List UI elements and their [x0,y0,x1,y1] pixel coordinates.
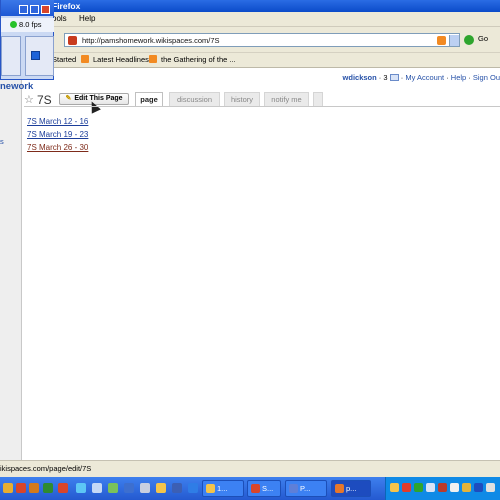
menu-bar: ools Help [0,12,500,27]
address-bar[interactable]: http://pamshomework.wikispaces.com/7S [64,33,460,47]
help-link[interactable]: Help [451,73,466,82]
bookmark-started[interactable]: Started [52,55,76,64]
recorder-panel-left[interactable] [1,36,21,76]
firefox-icon [335,484,344,493]
app-icon [251,484,260,493]
sign-out-link[interactable]: Sign Ou [473,73,500,82]
quicklaunch-icon[interactable] [172,483,182,493]
quicklaunch-icon[interactable] [124,483,134,493]
go-arrow-icon [464,35,474,45]
bookmark-latest-headlines-label: Latest Headlines [93,55,149,64]
pencil-icon: ✎ [65,95,72,102]
mail-icon[interactable] [389,74,399,81]
recorder-title-bar[interactable] [1,0,54,16]
quicklaunch-icon[interactable] [108,483,118,493]
page-title: 7S [37,93,52,107]
screen: Firefox ools Help http://pamshomework.wi… [0,0,500,500]
list-item-link[interactable]: 7S March 19 - 23 [27,128,88,141]
taskbar: 1... S... P... p... [0,477,500,500]
username-link[interactable]: wdickson [343,73,377,82]
menu-tools[interactable]: ools [52,14,67,23]
tray-icon[interactable] [450,483,459,492]
tray-icon[interactable] [462,483,471,492]
list-item-link[interactable]: 7S March 26 - 30 [27,141,88,154]
quicklaunch-icon[interactable] [29,483,39,493]
rss-feed-icon[interactable] [437,36,446,45]
address-url[interactable]: http://pamshomework.wikispaces.com/7S [82,35,220,46]
tray-icon[interactable] [390,483,399,492]
site-favicon-icon [68,36,77,45]
taskbar-button[interactable]: S... [247,480,281,497]
system-tray [385,477,500,500]
status-bar: ikispaces.com/page/edit/7S [0,460,500,477]
status-text: ikispaces.com/page/edit/7S [0,464,92,473]
tab-discussion[interactable]: discussion [169,92,220,107]
wiki-sidebar: s [0,68,22,460]
recorder-widget: 8.0 fps [0,0,54,80]
mail-count[interactable]: 3 [383,73,387,82]
quicklaunch-icon[interactable] [16,483,26,493]
recording-status-icon [10,21,17,28]
quicklaunch-icon[interactable] [188,483,198,493]
sidebar-link[interactable]: s [0,137,4,146]
menu-help[interactable]: Help [79,14,95,23]
title-bar: Firefox [0,0,500,12]
quicklaunch-icon[interactable] [140,483,150,493]
close-icon[interactable] [41,5,50,14]
favorite-star-icon[interactable]: ☆ [24,93,34,106]
user-bar: wdickson · 3 · My Account · Help · Sign … [342,73,500,82]
quicklaunch-icon[interactable] [156,483,166,493]
minimize-icon[interactable] [19,5,28,14]
fps-readout: 8.0 fps [1,18,54,32]
tab-history[interactable]: history [224,92,260,107]
taskbar-button[interactable]: 1... [202,480,244,497]
taskbar-button-label: 1... [217,484,228,493]
recorder-stop-button[interactable] [25,36,54,76]
tab-extra[interactable] [313,92,323,107]
tab-notify-me[interactable]: notify me [264,92,309,107]
taskbar-button-label: S... [262,484,274,493]
taskbar-button-label: P... [300,484,311,493]
tray-icon[interactable] [438,483,447,492]
go-label: Go [478,34,489,43]
tray-icon[interactable] [414,483,423,492]
quicklaunch-icon[interactable] [43,483,53,493]
tray-icon[interactable] [486,483,495,492]
maximize-icon[interactable] [30,5,39,14]
app-icon [289,484,298,493]
folder-icon [206,484,215,493]
page-links: 7S March 12 - 16 7S March 19 - 23 7S Mar… [27,115,88,154]
list-item-link[interactable]: 7S March 12 - 16 [27,115,88,128]
tab-divider [24,106,500,107]
go-button[interactable]: Go [464,33,492,47]
bookmark-gathering-label: the Gathering of the ... [161,55,236,64]
tray-icon[interactable] [402,483,411,492]
taskbar-button-firefox[interactable]: p... [331,480,371,497]
bookmark-gathering[interactable]: the Gathering of the ... [149,55,236,64]
bookmark-latest-headlines[interactable]: Latest Headlines [81,55,149,64]
quicklaunch-icon[interactable] [3,483,13,493]
rss-bookmark-icon [81,55,89,63]
tab-page[interactable]: page [135,92,163,107]
rss-bookmark-icon [149,55,157,63]
site-title[interactable]: nework [0,81,33,92]
page-content: s nework wdickson · 3 · My Account · Hel… [0,68,500,460]
tray-icon[interactable] [474,483,483,492]
taskbar-button-label: p... [346,484,357,493]
taskbar-button[interactable]: P... [285,480,327,497]
quicklaunch-icon[interactable] [76,483,86,493]
tray-icon[interactable] [426,483,435,492]
bookmarks-toolbar: Started Latest Headlines the Gathering o… [0,53,500,68]
edit-page-label: Edit This Page [74,95,123,102]
window-title: Firefox [52,1,81,11]
fps-value: 8.0 fps [19,20,42,29]
stop-icon [31,51,40,60]
quicklaunch-icon[interactable] [92,483,102,493]
navigation-toolbar: http://pamshomework.wikispaces.com/7S Go [0,27,500,53]
quicklaunch-icon[interactable] [58,483,68,493]
address-dropdown-icon[interactable] [449,35,459,46]
my-account-link[interactable]: My Account [405,73,444,82]
